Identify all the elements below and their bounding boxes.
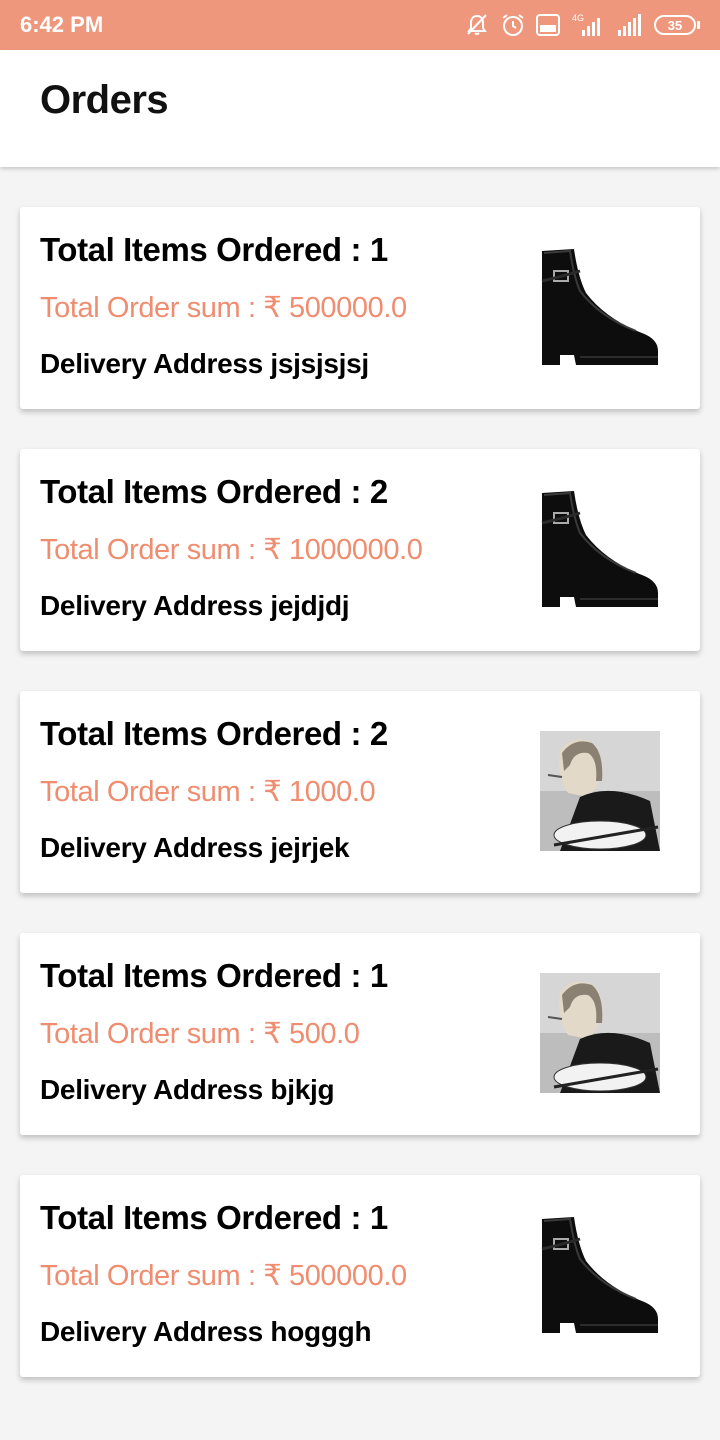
delivery-address: Delivery Address hogggh [40,1316,372,1347]
signal-4g-icon: 4G [570,12,606,38]
orders-list: Total Items Ordered : 1 Total Order sum … [20,207,700,1417]
total-items-ordered: Total Items Ordered : 1 [40,957,388,994]
delivery-address: Delivery Address jejdjdj [40,590,350,621]
mute-icon [464,12,490,38]
total-order-sum: Total Order sum : ₹ 500000.0 [40,1260,407,1292]
boot-image [540,1215,660,1335]
boot-image [540,247,660,367]
total-items-ordered: Total Items Ordered : 2 [40,715,388,752]
network-label: 4G [572,13,584,23]
total-items-ordered: Total Items Ordered : 1 [40,231,388,268]
order-card[interactable]: Total Items Ordered : 1 Total Order sum … [20,1175,700,1377]
total-order-sum: Total Order sum : ₹ 1000000.0 [40,534,423,566]
total-order-sum: Total Order sum : ₹ 500.0 [40,1018,360,1050]
status-bar: 6:42 PM 4G 35 [0,0,720,50]
delivery-address: Delivery Address bjkjg [40,1074,335,1105]
order-card[interactable]: Total Items Ordered : 1 Total Order sum … [20,933,700,1135]
status-time: 6:42 PM [20,12,104,37]
total-order-sum: Total Order sum : ₹ 500000.0 [40,292,407,324]
status-icons: 4G 35 [464,0,700,50]
total-order-sum: Total Order sum : ₹ 1000.0 [40,776,376,808]
boot-image [540,489,660,609]
signal-icon [616,12,644,38]
volte-icon [536,14,560,36]
alarm-icon [500,12,526,38]
battery-level: 35 [654,15,696,35]
order-card[interactable]: Total Items Ordered : 1 Total Order sum … [20,207,700,409]
order-card[interactable]: Total Items Ordered : 2 Total Order sum … [20,691,700,893]
total-items-ordered: Total Items Ordered : 1 [40,1199,388,1236]
delivery-address: Delivery Address jsjsjsjsj [40,348,369,379]
app-bar: Orders [0,50,720,167]
battery-icon: 35 [654,15,700,35]
total-items-ordered: Total Items Ordered : 2 [40,473,388,510]
order-card[interactable]: Total Items Ordered : 2 Total Order sum … [20,449,700,651]
delivery-address: Delivery Address jejrjek [40,832,350,863]
page-title: Orders [40,78,169,122]
musician-photo [540,731,660,851]
musician-photo [540,973,660,1093]
